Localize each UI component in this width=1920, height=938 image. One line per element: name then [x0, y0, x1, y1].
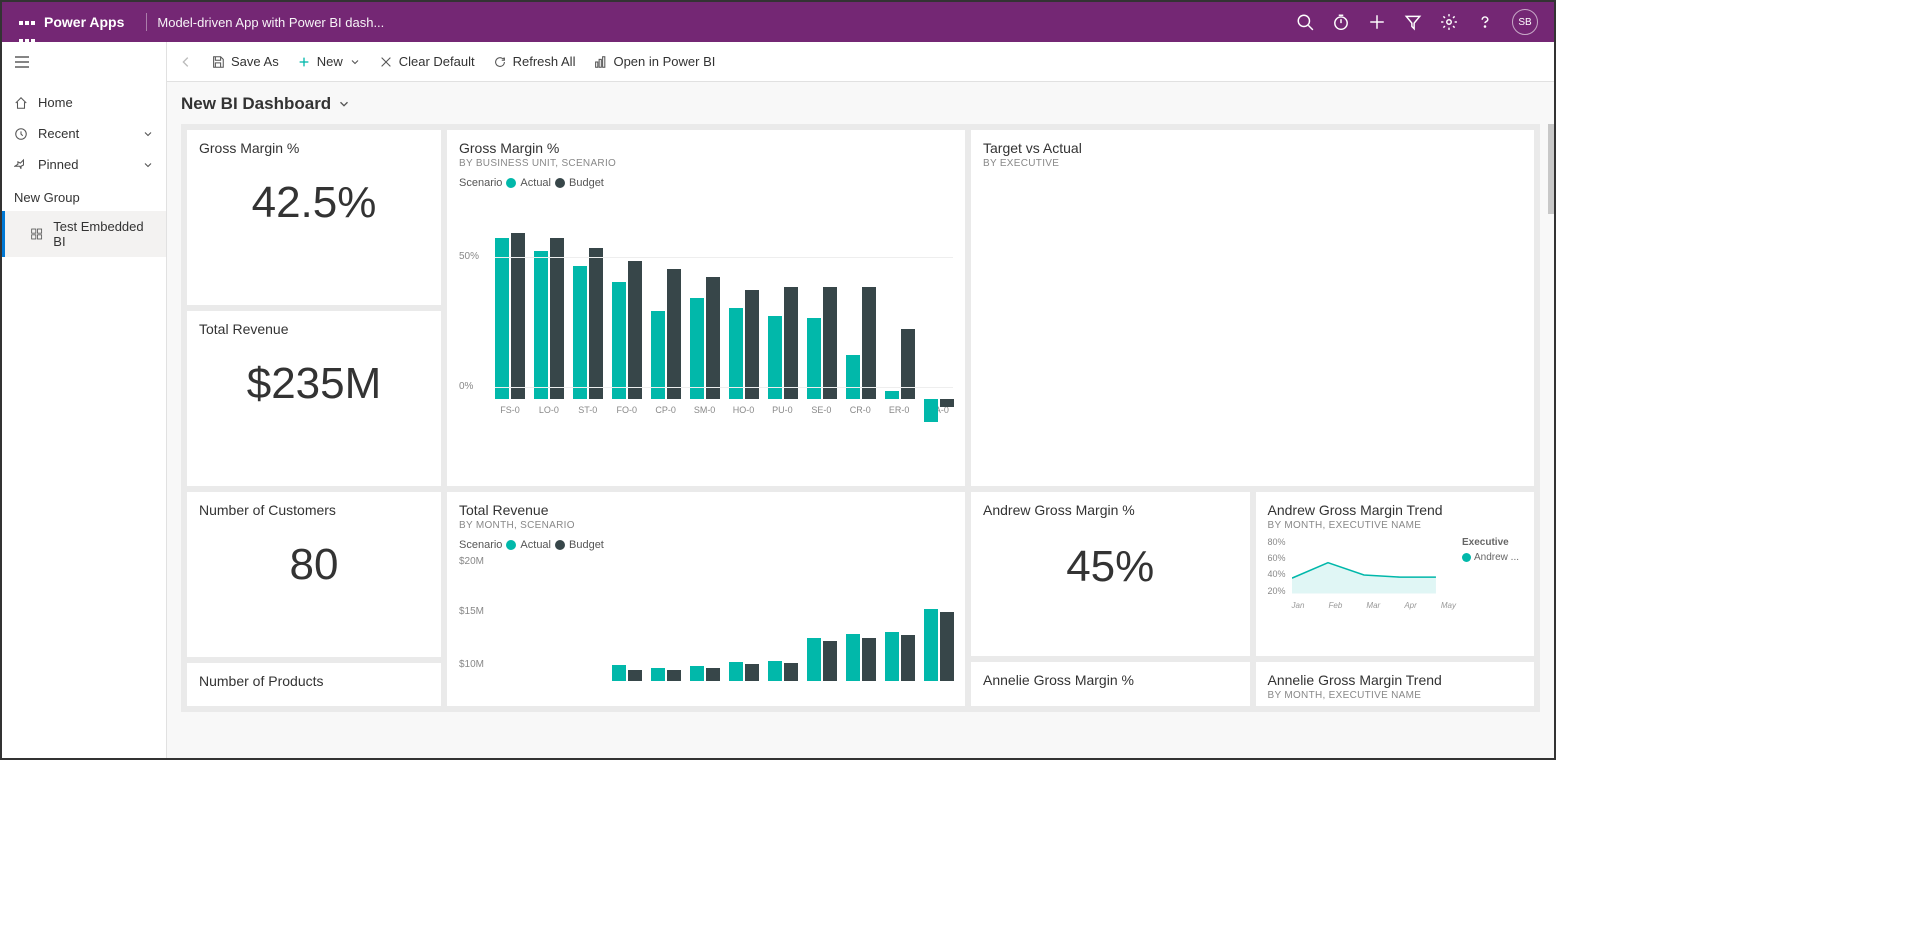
card-title: Andrew Gross Margin Trend: [1268, 502, 1523, 518]
card-title: Annelie Gross Margin %: [983, 672, 1238, 688]
back-button[interactable]: [179, 55, 193, 69]
nav-pinned[interactable]: Pinned: [2, 149, 166, 180]
save-as-label: Save As: [231, 54, 279, 69]
bar-chart: $20M $15M $10M: [459, 551, 953, 681]
card-title: Total Revenue: [199, 321, 429, 337]
card-annelie-trend[interactable]: Annelie Gross Margin Trend BY MONTH, EXE…: [1256, 662, 1535, 706]
card-target-vs-actual[interactable]: Target vs Actual BY EXECUTIVE: [971, 130, 1534, 486]
app-name: Model-driven App with Power BI dash...: [157, 15, 384, 30]
search-icon[interactable]: [1296, 13, 1314, 31]
new-button[interactable]: New: [297, 54, 361, 69]
card-title: Annelie Gross Margin Trend: [1268, 672, 1523, 688]
chevron-down-icon[interactable]: [337, 97, 351, 111]
hamburger-icon[interactable]: [2, 42, 166, 87]
plus-icon[interactable]: [1368, 13, 1386, 31]
card-value: 80: [199, 520, 429, 618]
card-num-customers[interactable]: Number of Customers 80: [187, 492, 441, 657]
bar-chart: 50% 0%: [459, 189, 953, 399]
header-divider: [146, 13, 147, 31]
clear-default-button[interactable]: Clear Default: [379, 54, 475, 69]
line-chart: [1292, 537, 1457, 594]
plus-icon: [297, 55, 311, 69]
brand-name: Power Apps: [44, 14, 124, 30]
new-label: New: [317, 54, 343, 69]
card-value: $235M: [199, 339, 429, 437]
refresh-all-button[interactable]: Refresh All: [493, 54, 576, 69]
save-as-button[interactable]: Save As: [211, 54, 279, 69]
refresh-all-label: Refresh All: [513, 54, 576, 69]
card-subtitle: BY MONTH, EXECUTIVE NAME: [1268, 690, 1523, 701]
card-title: Total Revenue: [459, 502, 953, 518]
card-title: Number of Customers: [199, 502, 429, 518]
card-andrew-gm[interactable]: Andrew Gross Margin % 45%: [971, 492, 1250, 656]
open-in-powerbi-button[interactable]: Open in Power BI: [593, 54, 715, 69]
card-title: Gross Margin %: [199, 140, 429, 156]
chart-legend: Scenario Actual Budget: [459, 177, 953, 189]
pin-icon: [14, 158, 28, 172]
clock-icon: [14, 127, 28, 141]
open-pbi-label: Open in Power BI: [613, 54, 715, 69]
save-icon: [211, 55, 225, 69]
card-gross-margin-pct[interactable]: Gross Margin % 42.5%: [187, 130, 441, 305]
chevron-down-icon: [349, 56, 361, 68]
card-title: Andrew Gross Margin %: [983, 502, 1238, 518]
powerbi-icon: [593, 55, 607, 69]
card-rev-by-month[interactable]: Total Revenue BY MONTH, SCENARIO Scenari…: [447, 492, 965, 706]
x-icon: [379, 55, 393, 69]
timer-icon[interactable]: [1332, 13, 1350, 31]
main-content: Save As New Clear Default Refresh All Op…: [167, 42, 1554, 758]
settings-icon[interactable]: [1440, 13, 1458, 31]
refresh-icon: [493, 55, 507, 69]
nav-pinned-label: Pinned: [38, 157, 78, 172]
global-header: Power Apps Model-driven App with Power B…: [2, 2, 1554, 42]
card-andrew-trend[interactable]: Andrew Gross Margin Trend BY MONTH, EXEC…: [1256, 492, 1535, 656]
nav-group-title: New Group: [2, 180, 166, 211]
card-title: Target vs Actual: [983, 140, 1522, 156]
chart-legend: Scenario Actual Budget: [459, 539, 953, 551]
left-nav: Home Recent Pinned New Group Test Embedd…: [2, 42, 167, 758]
card-annelie-gm[interactable]: Annelie Gross Margin %: [971, 662, 1250, 706]
card-subtitle: BY MONTH, SCENARIO: [459, 520, 953, 531]
card-value: 42.5%: [199, 158, 429, 256]
app-launcher-icon[interactable]: [18, 13, 36, 31]
help-icon[interactable]: [1476, 13, 1494, 31]
card-value: 45%: [983, 520, 1238, 614]
chevron-down-icon: [142, 128, 154, 140]
home-icon: [14, 96, 28, 110]
chevron-down-icon: [142, 159, 154, 171]
nav-home[interactable]: Home: [2, 87, 166, 118]
card-title: Gross Margin %: [459, 140, 953, 156]
card-subtitle: BY BUSINESS UNIT, SCENARIO: [459, 158, 953, 169]
card-title: Number of Products: [199, 673, 429, 689]
card-gm-by-bu[interactable]: Gross Margin % BY BUSINESS UNIT, SCENARI…: [447, 130, 965, 486]
user-avatar[interactable]: SB: [1512, 9, 1538, 35]
filter-icon[interactable]: [1404, 13, 1422, 31]
card-subtitle: BY MONTH, EXECUTIVE NAME: [1268, 520, 1523, 531]
nav-home-label: Home: [38, 95, 73, 110]
card-subtitle: BY EXECUTIVE: [983, 158, 1522, 169]
card-total-revenue[interactable]: Total Revenue $235M: [187, 311, 441, 486]
nav-recent[interactable]: Recent: [2, 118, 166, 149]
dashboard-area[interactable]: Gross Margin % 42.5% Total Revenue $235M…: [167, 124, 1554, 758]
nav-embedded-label: Test Embedded BI: [53, 219, 154, 249]
dashboard-icon: [30, 227, 43, 241]
command-bar: Save As New Clear Default Refresh All Op…: [167, 42, 1554, 82]
clear-default-label: Clear Default: [399, 54, 475, 69]
nav-test-embedded-bi[interactable]: Test Embedded BI: [2, 211, 166, 257]
page-title: New BI Dashboard: [181, 94, 331, 114]
nav-recent-label: Recent: [38, 126, 79, 141]
card-num-products[interactable]: Number of Products: [187, 663, 441, 706]
